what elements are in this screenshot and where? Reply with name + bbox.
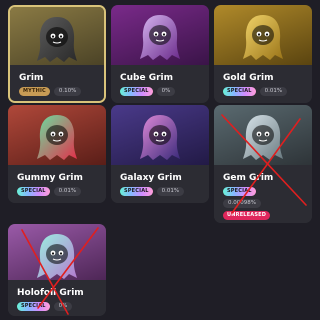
grim-ghost-icon <box>140 15 180 60</box>
card-art <box>10 7 104 67</box>
rarity-badge: SPECIAL <box>17 187 50 196</box>
card-info: Grim MYTHIC 0.10% <box>10 65 104 101</box>
rarity-badge: SPECIAL <box>223 187 256 196</box>
card-info: Cube Grim SPECIAL 0% <box>111 65 209 103</box>
drop-rate: 0% <box>156 87 176 96</box>
drop-rate: 0.01% <box>259 87 288 96</box>
card-info: Gummy Grim SPECIAL 0.01% <box>8 165 106 203</box>
item-card-holofoil-grim[interactable]: Holofoil Grim SPECIAL 0% <box>8 224 106 316</box>
card-name: Gold Grim <box>223 73 274 83</box>
card-art <box>214 105 312 165</box>
drop-rate: 0.01% <box>53 187 82 196</box>
card-art <box>214 5 312 65</box>
rarity-badge: MYTHIC <box>19 87 50 96</box>
card-name: Cube Grim <box>120 73 173 83</box>
grim-ghost-icon <box>37 115 77 160</box>
rarity-badge: SPECIAL <box>120 87 153 96</box>
grim-ghost-icon <box>140 115 180 160</box>
card-info: Gem Grim SPECIAL 0.00098% UNRELEASED <box>214 165 312 223</box>
grim-ghost-icon <box>243 115 283 160</box>
card-art <box>111 105 209 165</box>
card-name: Galaxy Grim <box>120 173 182 183</box>
drop-rate: 0% <box>53 302 73 311</box>
grim-ghost-icon <box>243 15 283 60</box>
grim-ghost-icon <box>37 234 77 279</box>
unreleased-badge: UNRELEASED <box>223 211 271 220</box>
rarity-badge: SPECIAL <box>223 87 256 96</box>
item-card-grim[interactable]: Grim MYTHIC 0.10% <box>8 5 106 103</box>
item-card-galaxy-grim[interactable]: Galaxy Grim SPECIAL 0.01% <box>111 105 209 203</box>
card-art <box>8 105 106 165</box>
card-name: Gem Grim <box>223 173 274 183</box>
card-art <box>8 224 106 284</box>
rarity-badge: SPECIAL <box>120 187 153 196</box>
item-card-cube-grim[interactable]: Cube Grim SPECIAL 0% <box>111 5 209 103</box>
item-grid: Grim MYTHIC 0.10% Cube Grim SPECIAL 0% G… <box>0 0 320 320</box>
item-card-gem-grim[interactable]: Gem Grim SPECIAL 0.00098% UNRELEASED <box>214 105 312 223</box>
card-info: Holofoil Grim SPECIAL 0% <box>8 280 106 316</box>
card-name: Holofoil Grim <box>17 288 84 298</box>
card-name: Grim <box>19 73 44 83</box>
grim-ghost-icon <box>37 17 77 62</box>
rarity-badge: SPECIAL <box>17 302 50 311</box>
item-card-gold-grim[interactable]: Gold Grim SPECIAL 0.01% <box>214 5 312 103</box>
drop-rate: 0.01% <box>156 187 185 196</box>
card-name: Gummy Grim <box>17 173 83 183</box>
drop-rate: 0.10% <box>53 87 82 96</box>
card-art <box>111 5 209 65</box>
drop-rate: 0.00098% <box>223 199 261 208</box>
item-card-gummy-grim[interactable]: Gummy Grim SPECIAL 0.01% <box>8 105 106 203</box>
card-info: Galaxy Grim SPECIAL 0.01% <box>111 165 209 203</box>
card-info: Gold Grim SPECIAL 0.01% <box>214 65 312 103</box>
